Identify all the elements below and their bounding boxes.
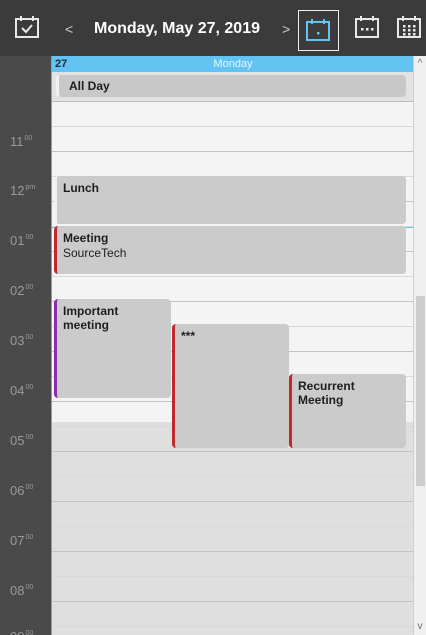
time-label-08: 0800 <box>10 583 34 598</box>
time-label-12: 12pm <box>10 183 36 198</box>
slot-line <box>52 451 413 452</box>
today-calendar-check-icon[interactable] <box>14 15 40 39</box>
appointment-lunch[interactable]: Lunch <box>54 176 406 224</box>
previous-day-button[interactable]: < <box>65 22 73 36</box>
time-label-05: 0500 <box>10 433 34 448</box>
appointment-title: Recurrent Meeting <box>298 379 355 407</box>
calendar-toolbar: < Monday, May 27, 2019 > <box>0 0 426 56</box>
slot-line <box>52 526 413 527</box>
week-view-calendar-icon[interactable] <box>354 15 380 39</box>
day-view-calendar-icon <box>306 19 330 41</box>
slot-line <box>52 576 413 577</box>
appointment-title: Important meeting <box>63 304 119 332</box>
time-label-06: 0600 <box>10 483 34 498</box>
slot-line <box>52 501 413 502</box>
time-label-02: 0200 <box>10 283 34 298</box>
day-name: Monday <box>213 58 253 70</box>
slot-line <box>52 276 413 277</box>
day-header[interactable]: 27 Monday <box>52 56 413 72</box>
time-label-07: 0700 <box>10 533 34 548</box>
slot-line <box>52 626 413 627</box>
after-hours-area <box>52 422 413 635</box>
appointment-meeting[interactable]: Meeting SourceTech <box>54 226 406 274</box>
appointment-recurrent-meeting[interactable]: Recurrent Meeting <box>289 374 406 448</box>
slot-line <box>52 551 413 552</box>
scroll-down-button[interactable]: v <box>414 621 426 633</box>
appointment-location: SourceTech <box>63 246 127 260</box>
current-date-title[interactable]: Monday, May 27, 2019 <box>94 19 260 39</box>
scroll-up-button[interactable]: ^ <box>414 58 426 70</box>
appointment-title: *** <box>181 329 196 343</box>
slot-line <box>52 476 413 477</box>
time-label-11: 1100 <box>10 134 33 149</box>
scrollbar-thumb[interactable] <box>416 296 425 486</box>
day-view-button[interactable] <box>298 10 339 51</box>
day-view-column[interactable]: 27 Monday All Day Lunch Meeting SourceTe… <box>51 56 413 635</box>
slot-line <box>52 151 413 152</box>
slot-line <box>52 601 413 602</box>
all-day-appointment[interactable]: All Day <box>56 75 406 97</box>
time-ruler: 1100 12pm 0100 0200 0300 0400 0500 0600 … <box>0 56 51 635</box>
next-day-button[interactable]: > <box>282 22 290 36</box>
appointment-title: Lunch <box>63 181 99 195</box>
all-day-area[interactable]: All Day <box>52 72 413 102</box>
appointment-private[interactable]: *** <box>172 324 289 448</box>
time-label-03: 0300 <box>10 333 34 348</box>
vertical-scrollbar[interactable]: ^ v <box>413 56 426 635</box>
month-view-calendar-icon[interactable] <box>396 15 422 39</box>
all-day-appointment-title: All Day <box>69 79 110 93</box>
time-label-04: 0400 <box>10 383 34 398</box>
appointment-important-meeting[interactable]: Important meeting <box>54 299 171 398</box>
time-label-09: 0900 <box>10 629 34 635</box>
slot-line <box>52 126 413 127</box>
time-label-01: 0100 <box>10 233 34 248</box>
appointment-title: Meeting <box>63 231 109 245</box>
